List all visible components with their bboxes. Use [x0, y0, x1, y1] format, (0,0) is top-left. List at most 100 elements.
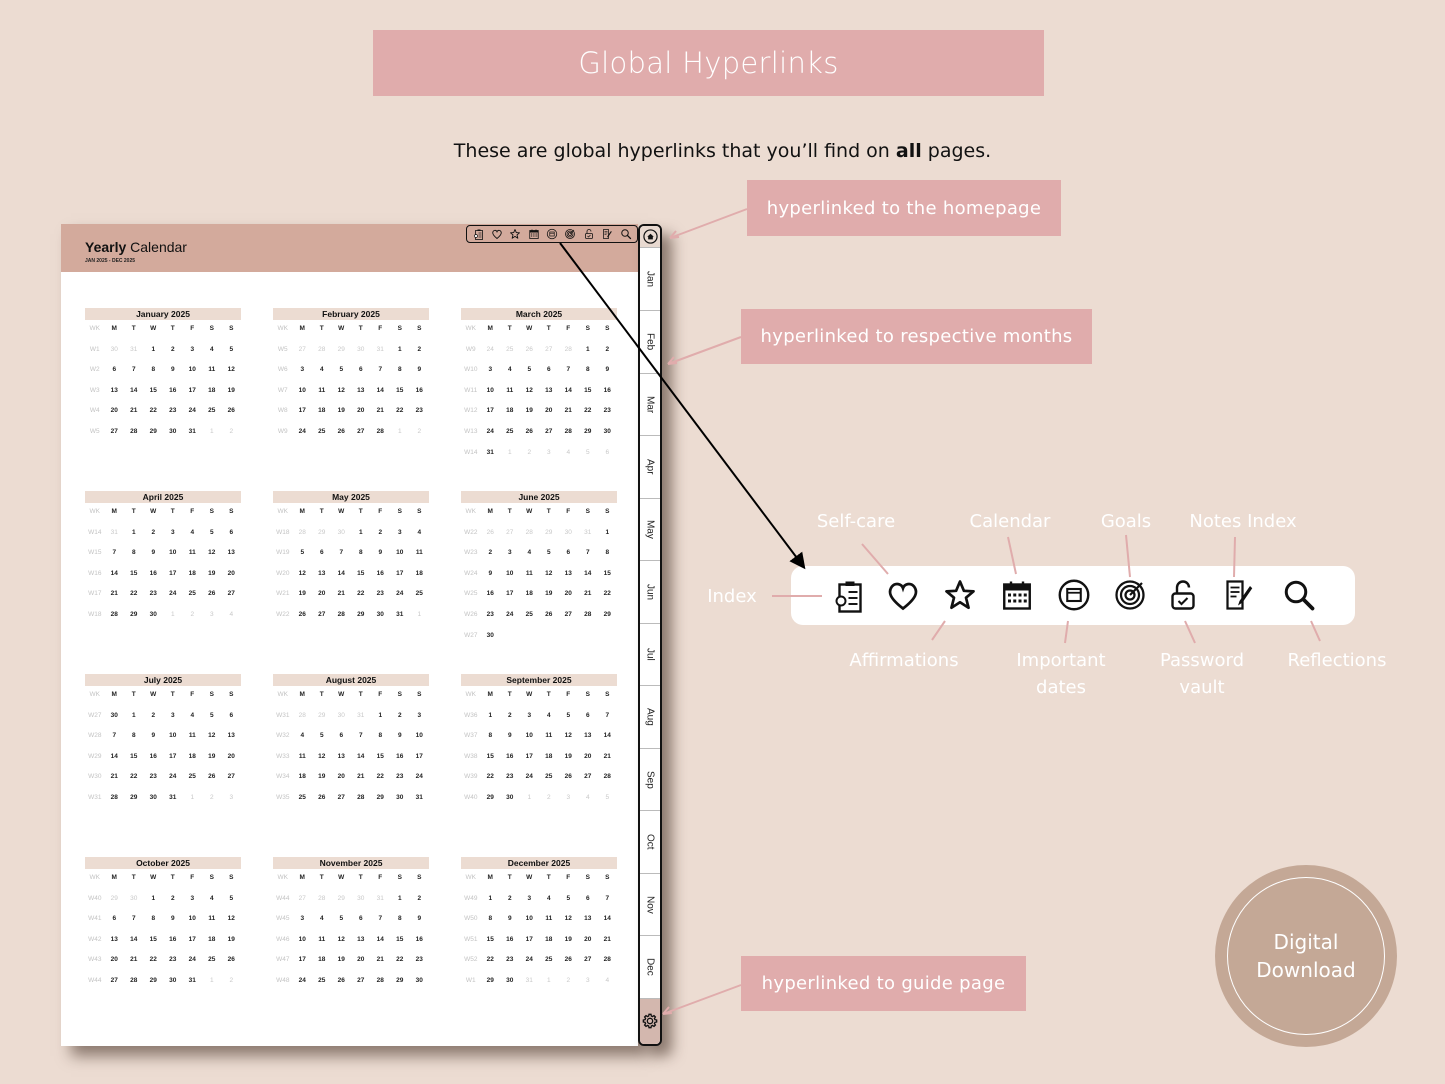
- month-title[interactable]: October 2025: [85, 857, 241, 869]
- day-cell[interactable]: 1: [520, 791, 540, 812]
- day-cell[interactable]: 22: [390, 404, 410, 425]
- day-cell[interactable]: 19: [332, 404, 352, 425]
- day-cell[interactable]: 20: [351, 953, 371, 974]
- day-cell[interactable]: 23: [163, 404, 183, 425]
- day-cell[interactable]: 14: [371, 384, 391, 405]
- guide-tab[interactable]: [640, 998, 660, 1044]
- day-cell[interactable]: 16: [390, 750, 410, 771]
- day-cell[interactable]: 21: [559, 404, 579, 425]
- day-cell[interactable]: 16: [163, 933, 183, 954]
- toolbar-link-goal-target[interactable]: [564, 228, 576, 240]
- week-number[interactable]: W23: [461, 546, 481, 567]
- day-cell[interactable]: 27: [559, 608, 579, 629]
- week-number[interactable]: W39: [461, 770, 481, 791]
- day-cell[interactable]: 22: [351, 587, 371, 608]
- day-cell[interactable]: 1: [390, 343, 410, 364]
- day-cell[interactable]: 10: [183, 912, 203, 933]
- toolbar-link-padlock[interactable]: [583, 228, 595, 240]
- day-cell[interactable]: 27: [105, 425, 125, 446]
- day-cell[interactable]: 3: [183, 343, 203, 364]
- day-cell[interactable]: 11: [500, 384, 520, 405]
- day-cell[interactable]: 10: [500, 567, 520, 588]
- week-number[interactable]: W2: [85, 363, 105, 384]
- day-cell[interactable]: 28: [598, 953, 618, 974]
- day-cell[interactable]: 24: [520, 953, 540, 974]
- day-cell[interactable]: 1: [144, 892, 164, 913]
- day-cell[interactable]: 20: [222, 750, 242, 771]
- day-cell[interactable]: 1: [598, 526, 618, 547]
- day-cell[interactable]: 5: [539, 546, 559, 567]
- day-cell[interactable]: 23: [598, 404, 618, 425]
- day-cell[interactable]: 1: [390, 425, 410, 446]
- day-cell[interactable]: 29: [144, 974, 164, 995]
- day-cell[interactable]: 6: [332, 729, 352, 750]
- day-cell[interactable]: 16: [500, 750, 520, 771]
- day-cell[interactable]: 1: [539, 974, 559, 995]
- day-cell[interactable]: 4: [293, 729, 313, 750]
- day-cell[interactable]: 17: [293, 404, 313, 425]
- week-number[interactable]: W30: [85, 770, 105, 791]
- day-cell[interactable]: 29: [371, 791, 391, 812]
- day-cell[interactable]: 10: [183, 363, 203, 384]
- day-cell[interactable]: 16: [144, 750, 164, 771]
- day-cell[interactable]: 13: [105, 384, 125, 405]
- day-cell[interactable]: 27: [539, 343, 559, 364]
- day-cell[interactable]: 4: [202, 892, 222, 913]
- week-number[interactable]: W15: [85, 546, 105, 567]
- month-title[interactable]: February 2025: [273, 308, 429, 320]
- day-cell[interactable]: 16: [481, 587, 501, 608]
- day-cell[interactable]: 9: [144, 546, 164, 567]
- legend-link-notes[interactable]: [1220, 577, 1256, 613]
- day-cell[interactable]: 26: [312, 791, 332, 812]
- day-cell[interactable]: 29: [312, 709, 332, 730]
- day-cell[interactable]: 20: [105, 404, 125, 425]
- day-cell[interactable]: 27: [500, 526, 520, 547]
- day-cell[interactable]: 13: [312, 567, 332, 588]
- legend-link-calendar[interactable]: [999, 577, 1035, 613]
- day-cell[interactable]: 6: [222, 709, 242, 730]
- day-cell[interactable]: 27: [578, 953, 598, 974]
- day-cell[interactable]: 2: [202, 791, 222, 812]
- day-cell[interactable]: 2: [539, 791, 559, 812]
- day-cell[interactable]: 5: [559, 709, 579, 730]
- day-cell[interactable]: 9: [163, 912, 183, 933]
- day-cell[interactable]: 2: [222, 974, 242, 995]
- day-cell[interactable]: 9: [410, 912, 430, 933]
- week-number[interactable]: W44: [273, 892, 293, 913]
- day-cell[interactable]: 13: [222, 546, 242, 567]
- day-cell[interactable]: 20: [332, 770, 352, 791]
- day-cell[interactable]: 26: [520, 343, 540, 364]
- day-cell[interactable]: 8: [124, 729, 144, 750]
- day-cell[interactable]: 16: [163, 384, 183, 405]
- week-number[interactable]: W24: [461, 567, 481, 588]
- day-cell[interactable]: 21: [105, 587, 125, 608]
- day-cell[interactable]: 2: [390, 709, 410, 730]
- day-cell[interactable]: 18: [539, 933, 559, 954]
- day-cell[interactable]: 28: [559, 343, 579, 364]
- day-cell[interactable]: 2: [410, 343, 430, 364]
- day-cell[interactable]: 15: [144, 933, 164, 954]
- day-cell[interactable]: 27: [105, 974, 125, 995]
- tab-jul[interactable]: Jul: [640, 624, 660, 686]
- day-cell[interactable]: 27: [332, 791, 352, 812]
- day-cell[interactable]: 27: [578, 770, 598, 791]
- week-number[interactable]: W1: [85, 343, 105, 364]
- day-cell[interactable]: 27: [222, 770, 242, 791]
- day-cell[interactable]: 30: [332, 709, 352, 730]
- day-cell[interactable]: 3: [559, 791, 579, 812]
- day-cell[interactable]: 28: [520, 526, 540, 547]
- day-cell[interactable]: 15: [124, 750, 144, 771]
- home-tab[interactable]: [640, 226, 660, 248]
- day-cell[interactable]: 17: [293, 953, 313, 974]
- day-cell[interactable]: 24: [183, 404, 203, 425]
- week-number[interactable]: W48: [273, 974, 293, 995]
- day-cell[interactable]: 30: [371, 608, 391, 629]
- day-cell[interactable]: 2: [500, 709, 520, 730]
- day-cell[interactable]: 9: [598, 363, 618, 384]
- day-cell[interactable]: 21: [105, 770, 125, 791]
- week-number[interactable]: W37: [461, 729, 481, 750]
- day-cell[interactable]: 4: [520, 546, 540, 567]
- day-cell[interactable]: 7: [332, 546, 352, 567]
- day-cell[interactable]: 4: [539, 709, 559, 730]
- day-cell[interactable]: 6: [578, 892, 598, 913]
